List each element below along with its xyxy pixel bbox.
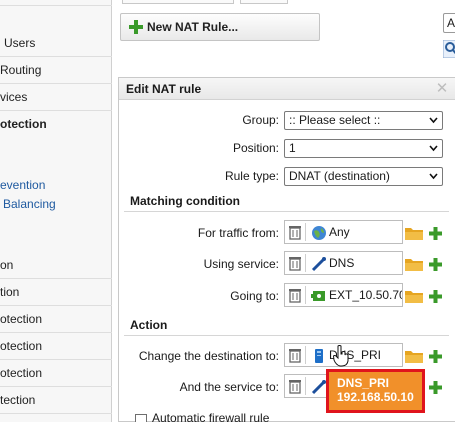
side-select[interactable]: A	[443, 13, 455, 33]
using-service-value: DNS	[329, 256, 355, 270]
plus-icon	[129, 20, 143, 34]
sidebar-item-protection[interactable]: otection	[0, 111, 112, 138]
going-to-label: Going to:	[230, 289, 279, 303]
sidebar-item-7[interactable]: tion	[0, 279, 112, 306]
add-icon[interactable]	[429, 258, 442, 271]
traffic-from-label: For traffic from:	[197, 226, 279, 240]
sidebar-item-services[interactable]: vices	[0, 84, 112, 111]
add-icon[interactable]	[429, 381, 442, 394]
position-select[interactable]: 1	[284, 139, 443, 158]
new-nat-rule-button[interactable]: New NAT Rule...	[120, 13, 320, 41]
tooltip-object-address: 192.168.50.10	[337, 390, 414, 404]
automatic-firewall-rule-label: Automatic firewall rule	[152, 411, 270, 422]
object-tooltip: DNS_PRI 192.168.50.10	[326, 369, 425, 413]
globe-icon	[312, 226, 326, 240]
panel-title: Edit NAT rule	[119, 78, 455, 100]
section-divider	[124, 211, 449, 212]
sidebar-item-9[interactable]: otection	[0, 333, 112, 360]
group-label: Group:	[242, 113, 279, 127]
sidebar-item-12[interactable]: rotection	[0, 414, 112, 422]
position-select-value: 1	[289, 141, 296, 155]
sidebar: Users Routing vices otection evention Ba…	[0, 0, 112, 422]
and-service-label: And the service to:	[179, 380, 279, 394]
interface-address-icon	[311, 291, 325, 301]
sidebar-item-routing[interactable]: Routing	[0, 57, 112, 84]
close-icon[interactable]: ✕	[435, 81, 449, 96]
sidebar-item-users[interactable]: Users	[0, 30, 112, 57]
action-heading: Action	[130, 318, 168, 332]
chevron-down-icon	[429, 145, 438, 152]
hand-cursor-icon	[333, 345, 349, 367]
field-divider	[305, 286, 306, 304]
trash-icon[interactable]	[289, 288, 301, 303]
using-service-field[interactable]: DNS	[284, 251, 403, 275]
automatic-firewall-rule-checkbox[interactable]	[135, 414, 147, 422]
trash-icon[interactable]	[289, 348, 301, 363]
rule-type-select[interactable]: DNAT (destination)	[284, 167, 443, 186]
add-icon[interactable]	[429, 290, 442, 303]
trash-icon[interactable]	[289, 256, 301, 271]
host-icon	[315, 349, 323, 363]
trash-icon[interactable]	[289, 379, 301, 394]
service-icon	[311, 379, 327, 395]
add-icon[interactable]	[429, 227, 442, 240]
add-icon[interactable]	[429, 350, 442, 363]
folder-icon[interactable]	[405, 257, 423, 271]
traffic-from-field[interactable]: Any	[284, 220, 403, 244]
tab-1[interactable]	[122, 0, 234, 4]
tooltip-object-name: DNS_PRI	[337, 376, 390, 390]
matching-condition-heading: Matching condition	[130, 194, 240, 208]
sidebar-item-6[interactable]: on	[0, 252, 112, 279]
tab-strip	[118, 0, 455, 6]
sidebar-divider	[0, 0, 112, 6]
field-divider	[305, 346, 306, 364]
field-divider	[305, 377, 306, 395]
app-root: Users Routing vices otection evention Ba…	[0, 0, 455, 422]
using-service-label: Using service:	[203, 257, 279, 271]
field-divider	[305, 254, 306, 272]
chevron-down-icon	[429, 173, 438, 180]
field-divider	[305, 223, 306, 241]
rule-type-label: Rule type:	[224, 169, 279, 183]
going-to-field[interactable]: EXT_10.50.70	[284, 283, 403, 307]
position-label: Position:	[232, 141, 279, 155]
search-icon[interactable]	[443, 40, 455, 58]
chevron-down-icon	[429, 117, 438, 124]
folder-icon[interactable]	[405, 349, 423, 363]
sidebar-subitem-intrusion-prevention[interactable]: evention	[0, 176, 112, 194]
going-to-value: EXT_10.50.70	[329, 288, 403, 302]
sidebar-item-8[interactable]: otection	[0, 306, 112, 333]
folder-icon[interactable]	[405, 289, 423, 303]
group-select-value: :: Please select ::	[289, 113, 381, 127]
rule-type-select-value: DNAT (destination)	[289, 169, 390, 183]
tab-2[interactable]	[240, 0, 288, 4]
sidebar-item-11[interactable]: tection	[0, 387, 112, 414]
folder-icon[interactable]	[405, 226, 423, 240]
traffic-from-value: Any	[329, 225, 350, 239]
sidebar-item-10[interactable]: otection	[0, 360, 112, 387]
change-destination-label: Change the destination to:	[138, 349, 279, 363]
sidebar-subitem-load-balancing[interactable]: Balancing	[0, 195, 112, 213]
new-nat-rule-label: New NAT Rule...	[147, 20, 239, 34]
trash-icon[interactable]	[289, 225, 301, 240]
group-select[interactable]: :: Please select ::	[284, 111, 443, 130]
service-icon	[311, 256, 327, 272]
section-divider	[124, 335, 449, 336]
